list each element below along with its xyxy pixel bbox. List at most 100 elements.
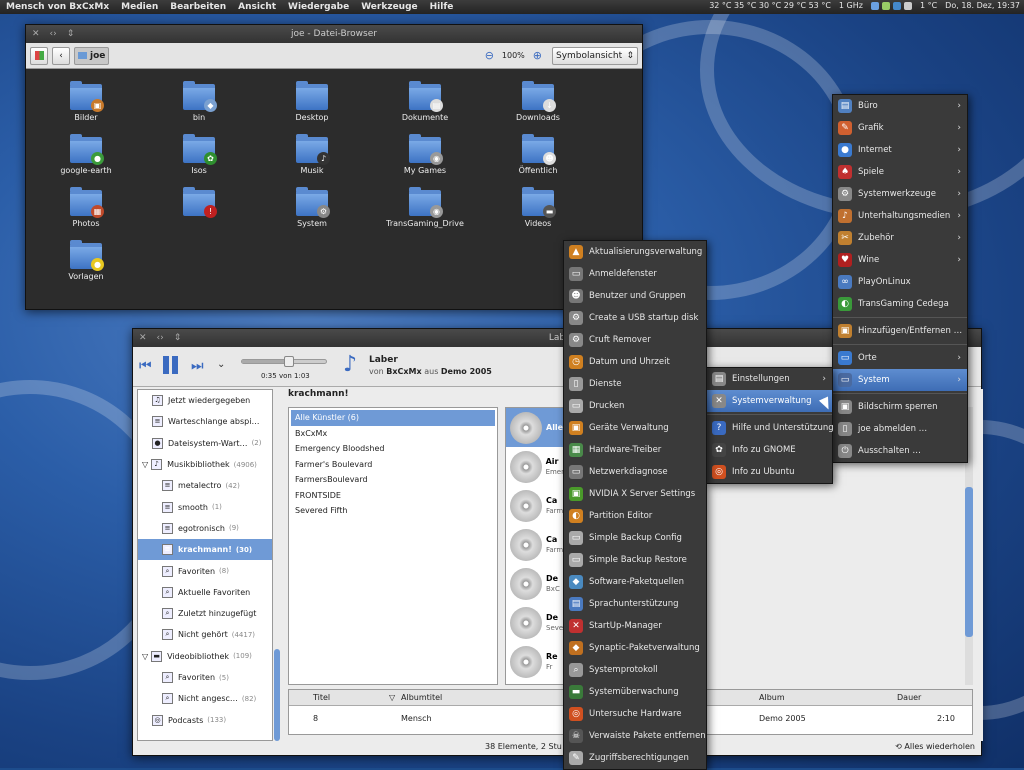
sidebar-item[interactable]: ≡ smooth (1) bbox=[138, 496, 272, 517]
menu-item[interactable]: ? Hilfe und Unterstützung bbox=[707, 417, 834, 439]
menu-item[interactable]: ♠ Spiele › bbox=[833, 161, 967, 183]
expander-icon[interactable]: ▽ bbox=[142, 460, 148, 469]
column-album-title[interactable]: Albumtitel bbox=[401, 693, 442, 702]
seek-handle[interactable] bbox=[283, 356, 294, 367]
menu-item[interactable]: ✎ Grafik › bbox=[833, 117, 967, 139]
artist-row[interactable]: FarmersBoulevard bbox=[291, 472, 495, 488]
menu-item[interactable]: ▦ Hardware-Treiber bbox=[564, 439, 706, 461]
panel-menu-item[interactable]: Hilfe bbox=[424, 2, 460, 12]
album-row[interactable]: Ca Farm bbox=[506, 525, 564, 564]
menu-item[interactable]: ▯ Dienste bbox=[564, 373, 706, 395]
close-icon[interactable]: ✕ bbox=[139, 329, 147, 347]
location-button[interactable]: joe bbox=[74, 46, 110, 65]
file-item[interactable]: ✿ Isos bbox=[149, 134, 249, 175]
file-item[interactable]: ♪ Musik bbox=[262, 134, 362, 175]
menu-item[interactable]: ⚙ Create a USB startup disk bbox=[564, 307, 706, 329]
artist-row[interactable]: FRONTSIDE bbox=[291, 488, 495, 504]
file-item[interactable]: ⚙ System bbox=[262, 187, 362, 228]
sidebar-item[interactable]: ◎ Podcasts (133) bbox=[138, 709, 272, 730]
sidebar-item[interactable]: ≡ egotronisch (9) bbox=[138, 518, 272, 539]
menu-item[interactable]: ▭ Orte › bbox=[833, 347, 967, 369]
view-mode-select[interactable]: Symbolansicht ⇕ bbox=[552, 46, 638, 65]
album-row[interactable]: De BxC bbox=[506, 564, 564, 603]
sidebar-item[interactable]: ≡ Warteschlange abspi… bbox=[138, 411, 272, 432]
menu-item[interactable]: ⚙ Cruft Remover bbox=[564, 329, 706, 351]
network-icon[interactable] bbox=[870, 1, 879, 10]
menu-item[interactable]: ▤ Einstellungen › bbox=[707, 368, 832, 390]
file-item[interactable]: ● google-earth bbox=[36, 134, 136, 175]
album-scroll-thumb[interactable] bbox=[965, 487, 973, 637]
album-list[interactable]: Alle Air Emer Ca Farm Ca Farm De BxC De Seve Re Fr bbox=[505, 407, 565, 685]
places-toggle-button[interactable] bbox=[30, 46, 48, 65]
menu-item[interactable]: ⌕ Systemprotokoll bbox=[564, 659, 706, 681]
menu-item[interactable]: ▣ Hinzufügen/Entfernen … bbox=[833, 320, 967, 342]
chevron-down-icon[interactable]: ⌄ bbox=[217, 359, 225, 370]
menu-item[interactable]: ∞ PlayOnLinux bbox=[833, 271, 967, 293]
maximize-icon[interactable]: ⇕ bbox=[174, 329, 182, 347]
zoom-in-icon[interactable]: ⊕ bbox=[533, 49, 542, 62]
file-item[interactable]: Desktop bbox=[262, 81, 362, 122]
menu-item[interactable]: ◎ Untersuche Hardware bbox=[564, 703, 706, 725]
menu-item[interactable]: ⏻ Ausschalten … bbox=[833, 440, 967, 462]
album-row[interactable]: Air Emer bbox=[506, 447, 564, 486]
panel-menu-item[interactable]: Bearbeiten bbox=[164, 2, 232, 12]
file-item[interactable]: ! bbox=[149, 187, 249, 219]
previous-icon[interactable]: ⏮ bbox=[139, 358, 152, 374]
menu-item[interactable]: ◷ Datum und Uhrzeit bbox=[564, 351, 706, 373]
column-album[interactable]: Album bbox=[759, 693, 785, 702]
menu-item[interactable]: ☠ Verwaiste Pakete entfernen bbox=[564, 725, 706, 747]
menu-item[interactable]: ☻ Benutzer und Gruppen bbox=[564, 285, 706, 307]
file-item[interactable]: ☻ Öffentlich bbox=[488, 134, 588, 175]
artist-row[interactable]: Farmer's Boulevard bbox=[291, 457, 495, 473]
artist-list[interactable]: Alle Künstler (6) BxCxMx Emergency Bloodsh… bbox=[288, 407, 498, 685]
menu-item[interactable]: ● Internet › bbox=[833, 139, 967, 161]
menu-item[interactable]: ▭ Netzwerkdiagnose bbox=[564, 461, 706, 483]
zoom-out-icon[interactable]: ⊖ bbox=[485, 49, 494, 62]
panel-menu-item[interactable]: Wiedergabe bbox=[282, 2, 355, 12]
album-row[interactable]: Alle bbox=[506, 408, 564, 447]
panel-menu-item[interactable]: Medien bbox=[115, 2, 164, 12]
menu-item[interactable]: ▭ Simple Backup Restore bbox=[564, 549, 706, 571]
file-item[interactable]: ▣ Bilder bbox=[36, 81, 136, 122]
file-item[interactable]: ▦ Photos bbox=[36, 187, 136, 228]
menu-item[interactable]: ◆ Synaptic-Paketverwaltung bbox=[564, 637, 706, 659]
sidebar-item[interactable]: ⌕ Zuletzt hinzugefügt bbox=[138, 603, 272, 624]
artist-row[interactable]: Emergency Bloodshed bbox=[291, 441, 495, 457]
menu-item[interactable]: ▲ Aktualisierungsverwaltung bbox=[564, 241, 706, 263]
menu-item[interactable]: ▯ joe abmelden … bbox=[833, 418, 967, 440]
sidebar-item[interactable]: ⌕ Aktuelle Favoriten bbox=[138, 582, 272, 603]
album-row[interactable]: Ca Farm bbox=[506, 486, 564, 525]
album-row[interactable]: Re Fr bbox=[506, 642, 564, 681]
file-item[interactable]: ▤ Dokumente bbox=[375, 81, 475, 122]
sidebar-scrollbar[interactable] bbox=[274, 649, 280, 741]
clock[interactable]: Do, 18. Dez, 19:37 bbox=[945, 1, 1020, 10]
file-item[interactable]: ◉ My Games bbox=[375, 134, 475, 175]
sidebar-item[interactable]: ⌕ Favoriten (5) bbox=[138, 667, 272, 688]
file-item[interactable]: ▬ Videos bbox=[488, 187, 588, 228]
sidebar-item[interactable]: ▽ ♪ Musikbibliothek (4906) bbox=[138, 454, 272, 475]
menu-item[interactable]: ✕ Systemverwaltung › bbox=[707, 390, 832, 412]
menu-item[interactable]: ▣ Geräte Verwaltung bbox=[564, 417, 706, 439]
maximize-icon[interactable]: ⇕ bbox=[67, 25, 75, 43]
file-item[interactable]: ◉ TransGaming_Drive bbox=[375, 187, 475, 228]
menu-item[interactable]: ✂ Zubehör › bbox=[833, 227, 967, 249]
menu-item[interactable]: ♥ Wine › bbox=[833, 249, 967, 271]
menu-item[interactable]: ▭ System › bbox=[833, 369, 967, 391]
back-button[interactable]: ‹ bbox=[52, 46, 70, 65]
menu-item[interactable]: ◎ Info zu Ubuntu bbox=[707, 461, 832, 483]
artist-row[interactable]: Severed Fifth bbox=[291, 503, 495, 519]
minimize-icon[interactable]: ‹› bbox=[157, 329, 164, 347]
column-title[interactable]: Titel bbox=[313, 693, 330, 702]
menu-item[interactable]: ◐ Partition Editor bbox=[564, 505, 706, 527]
panel-menu-item[interactable]: Ansicht bbox=[232, 2, 282, 12]
file-item[interactable]: ● Vorlagen bbox=[36, 240, 136, 281]
expander-icon[interactable]: ▽ bbox=[142, 652, 148, 661]
sidebar-item[interactable]: ≡ krachmann! (30) bbox=[138, 539, 272, 561]
menu-item[interactable]: ♪ Unterhaltungsmedien › bbox=[833, 205, 967, 227]
menu-item[interactable]: ✿ Info zu GNOME bbox=[707, 439, 832, 461]
pause-button[interactable] bbox=[163, 356, 179, 374]
weather-readout[interactable]: 1 °C bbox=[920, 1, 937, 10]
menu-item[interactable]: ◆ Software-Paketquellen bbox=[564, 571, 706, 593]
menu-item[interactable]: ✎ Zugriffsberechtigungen bbox=[564, 747, 706, 769]
volume-icon[interactable] bbox=[903, 1, 912, 10]
